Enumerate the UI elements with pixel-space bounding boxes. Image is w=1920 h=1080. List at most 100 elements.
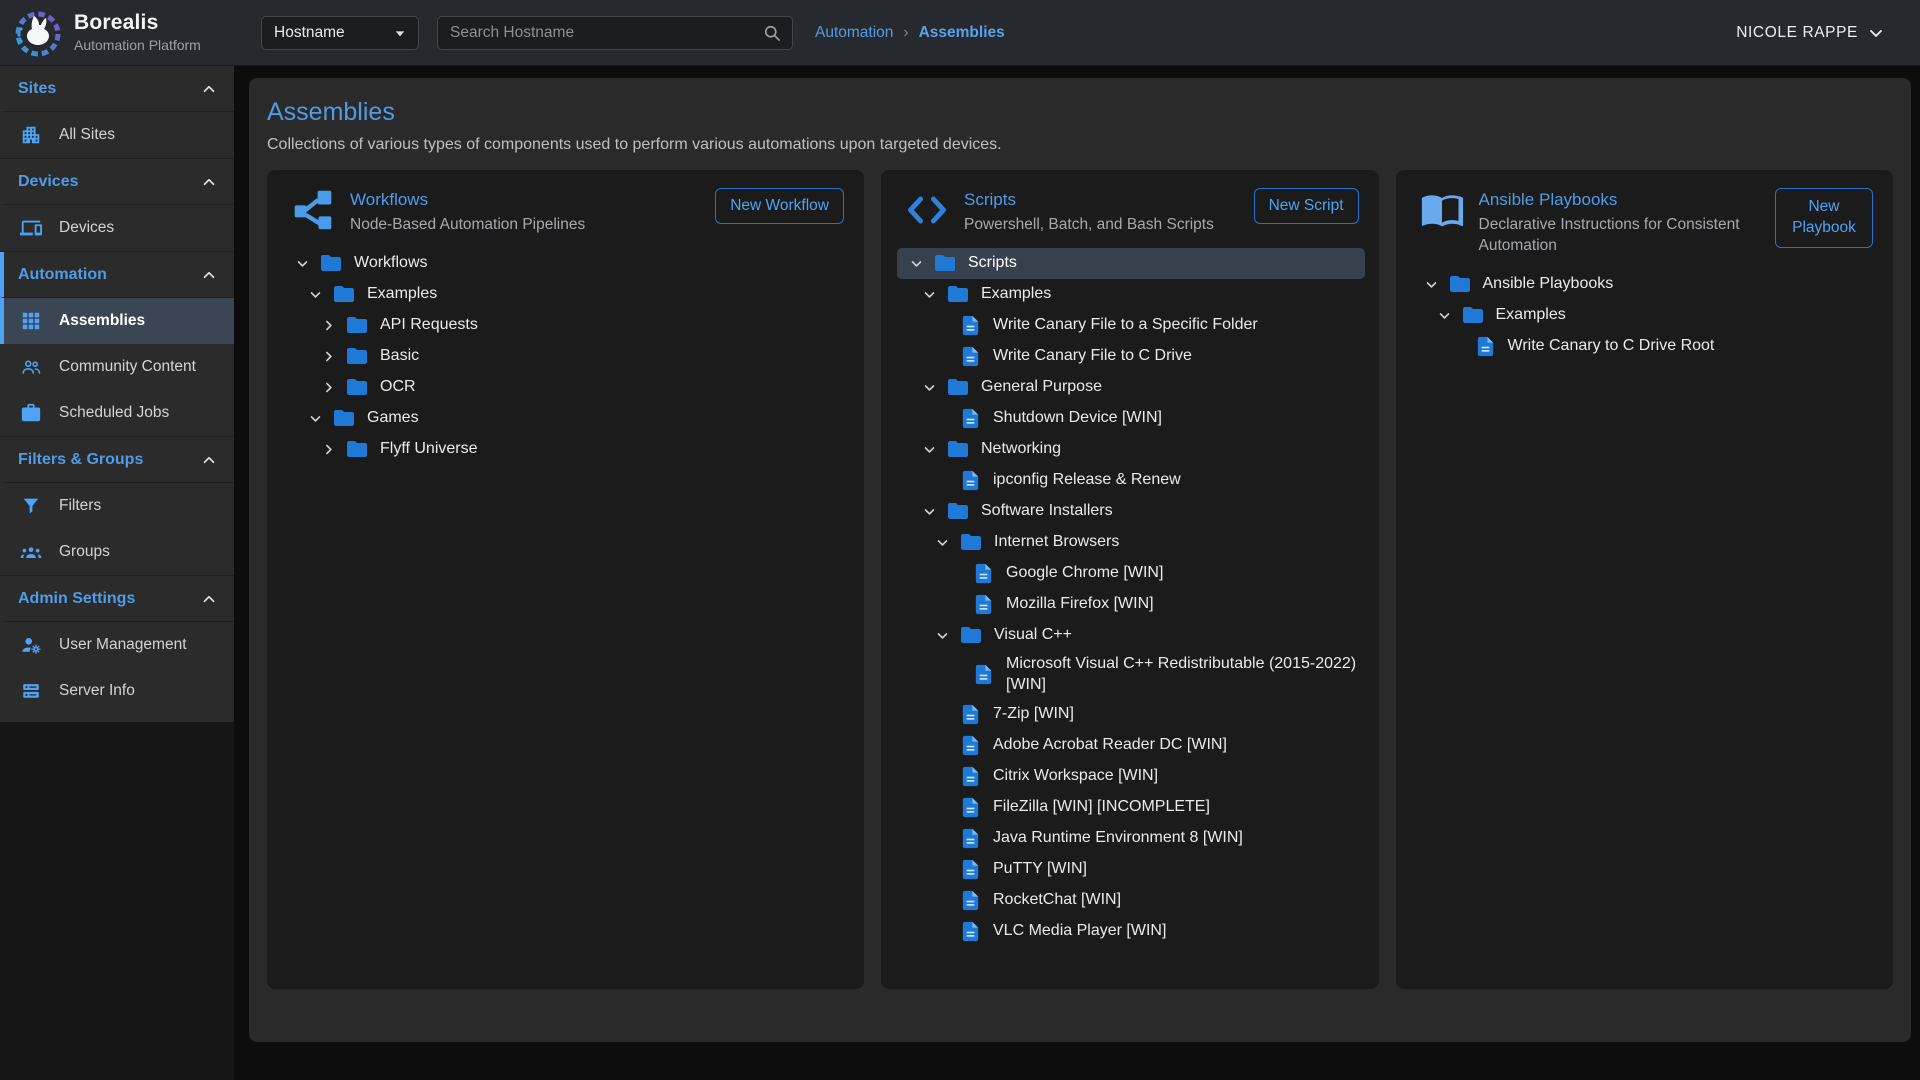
sidebar-header-devices[interactable]: Devices [0, 159, 234, 205]
tree-file-row[interactable]: Write Canary File to a Specific Folder [897, 310, 1365, 341]
chevron-down-icon[interactable] [920, 440, 939, 459]
tree-folder-row[interactable]: Internet Browsers [897, 527, 1365, 558]
tree-folder-row[interactable]: Basic [283, 341, 850, 372]
tree-file-row[interactable]: PuTTY [WIN] [897, 854, 1365, 885]
tree-folder-row[interactable]: Workflows [283, 248, 850, 279]
chevron-down-icon [1866, 23, 1886, 43]
file-icon [959, 858, 982, 881]
tree-file-row[interactable]: RocketChat [WIN] [897, 885, 1365, 916]
folder-icon [332, 282, 356, 306]
user-menu[interactable]: NICOLE RAPPE [1736, 23, 1886, 43]
search-input[interactable] [438, 24, 762, 42]
folder-icon [946, 375, 970, 399]
tree-file-row[interactable]: ipconfig Release & Renew [897, 465, 1365, 496]
new-playbook-button[interactable]: New Playbook [1775, 188, 1873, 248]
file-icon [959, 407, 982, 430]
tree-folder-row[interactable]: General Purpose [897, 372, 1365, 403]
sidebar-header-admin-settings[interactable]: Admin Settings [0, 576, 234, 622]
tree-folder-row[interactable]: Ansible Playbooks [1412, 269, 1880, 300]
file-icon [972, 663, 995, 686]
file-icon [959, 889, 982, 912]
card-subtitle: Powershell, Batch, and Bash Scripts [964, 215, 1214, 236]
tree-file-row[interactable]: Write Canary to C Drive Root [1412, 331, 1880, 362]
scripts-card: Scripts Powershell, Batch, and Bash Scri… [881, 170, 1379, 989]
user-gear-icon [20, 634, 42, 656]
tree-file-row[interactable]: Citrix Workspace [WIN] [897, 761, 1365, 792]
sidebar-section-automation: Automation Assemblies Community Content … [0, 251, 234, 436]
folder-icon [332, 406, 356, 430]
file-icon [959, 734, 982, 757]
chevron-down-icon[interactable] [920, 502, 939, 521]
sidebar-item-all-sites[interactable]: All Sites [0, 112, 234, 158]
folder-icon [345, 375, 369, 399]
chevron-down-icon[interactable] [293, 254, 312, 273]
chevron-down-icon[interactable] [920, 285, 939, 304]
sidebar-header-filters-groups[interactable]: Filters & Groups [0, 437, 234, 483]
tree-file-row[interactable]: FileZilla [WIN] [INCOMPLETE] [897, 792, 1365, 823]
sidebar-header-sites[interactable]: Sites [0, 66, 234, 112]
chevron-right-icon[interactable] [319, 378, 338, 397]
building-icon [20, 124, 42, 146]
tree-folder-row[interactable]: Scripts [897, 248, 1365, 279]
tree-file-row[interactable]: Google Chrome [WIN] [897, 558, 1365, 589]
sidebar-item-scheduled-jobs[interactable]: Scheduled Jobs [0, 390, 234, 436]
folder-icon [345, 344, 369, 368]
sidebar-item-assemblies[interactable]: Assemblies [0, 298, 234, 344]
tree-folder-row[interactable]: Examples [1412, 300, 1880, 331]
file-icon [959, 827, 982, 850]
tree-folder-row[interactable]: API Requests [283, 310, 850, 341]
tree-folder-row[interactable]: OCR [283, 372, 850, 403]
sidebar-item-user-management[interactable]: User Management [0, 622, 234, 668]
sidebar-item-server-info[interactable]: Server Info [0, 668, 234, 714]
tree-file-row[interactable]: Adobe Acrobat Reader DC [WIN] [897, 730, 1365, 761]
sidebar-item-groups[interactable]: Groups [0, 529, 234, 575]
chevron-right-icon[interactable] [319, 347, 338, 366]
tree-folder-row[interactable]: Examples [897, 279, 1365, 310]
folder-icon [959, 530, 983, 554]
breadcrumb-assemblies[interactable]: Assemblies [919, 24, 1005, 42]
chevron-down-icon[interactable] [1422, 275, 1441, 294]
sidebar-section-sites: Sites All Sites [0, 66, 234, 158]
brand-name: Borealis [74, 12, 201, 34]
main-content: Assemblies Collections of various types … [234, 66, 1920, 1080]
chevron-down-icon[interactable] [933, 533, 952, 552]
tree-expander-slot [319, 378, 345, 397]
chevron-down-icon[interactable] [933, 626, 952, 645]
chevron-down-icon[interactable] [920, 378, 939, 397]
tree-folder-row[interactable]: Software Installers [897, 496, 1365, 527]
card-title: Scripts [964, 190, 1214, 210]
book-icon [1420, 188, 1464, 232]
tree-expander-slot [319, 440, 345, 459]
new-workflow-button[interactable]: New Workflow [715, 188, 844, 224]
tree-folder-row[interactable]: Networking [897, 434, 1365, 465]
sidebar-header-automation[interactable]: Automation [0, 252, 234, 298]
chevron-down-icon[interactable] [907, 254, 926, 273]
tree-file-row[interactable]: VLC Media Player [WIN] [897, 916, 1365, 947]
breadcrumb-automation[interactable]: Automation [815, 24, 893, 42]
tree-file-row[interactable]: Microsoft Visual C++ Redistributable (20… [897, 651, 1365, 699]
sidebar-item-filters[interactable]: Filters [0, 483, 234, 529]
folder-icon [946, 282, 970, 306]
page-description: Collections of various types of componen… [267, 136, 1893, 154]
sidebar-item-community-content[interactable]: Community Content [0, 344, 234, 390]
folder-icon [1448, 272, 1472, 296]
chevron-down-icon[interactable] [1435, 306, 1454, 325]
tree-expander-slot [907, 254, 933, 273]
chevron-right-icon[interactable] [319, 316, 338, 335]
workflow-icon [291, 188, 335, 232]
hostname-select[interactable]: Hostname [261, 16, 419, 50]
tree-folder-row[interactable]: Games [283, 403, 850, 434]
new-script-button[interactable]: New Script [1254, 188, 1359, 224]
sidebar-item-devices[interactable]: Devices [0, 205, 234, 251]
chevron-down-icon[interactable] [306, 409, 325, 428]
tree-file-row[interactable]: Mozilla Firefox [WIN] [897, 589, 1365, 620]
tree-folder-row[interactable]: Examples [283, 279, 850, 310]
tree-file-row[interactable]: Shutdown Device [WIN] [897, 403, 1365, 434]
tree-file-row[interactable]: Write Canary File to C Drive [897, 341, 1365, 372]
tree-file-row[interactable]: 7-Zip [WIN] [897, 699, 1365, 730]
tree-file-row[interactable]: Java Runtime Environment 8 [WIN] [897, 823, 1365, 854]
tree-folder-row[interactable]: Visual C++ [897, 620, 1365, 651]
chevron-down-icon[interactable] [306, 285, 325, 304]
chevron-right-icon[interactable] [319, 440, 338, 459]
tree-folder-row[interactable]: Flyff Universe [283, 434, 850, 465]
